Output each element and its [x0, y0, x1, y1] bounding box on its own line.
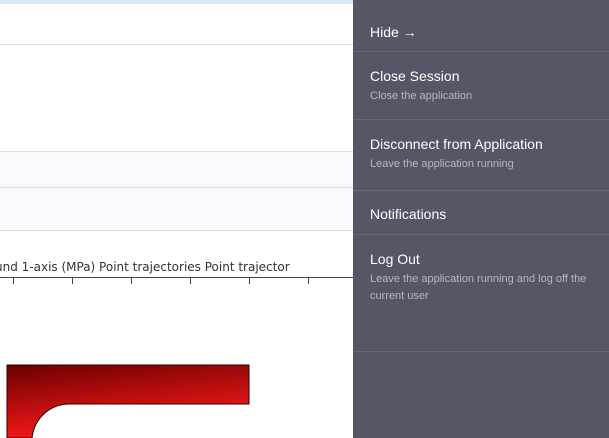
session-menu: Hide → Close Session Close the applicati… [353, 0, 609, 438]
hide-menu-button[interactable]: Hide → [353, 0, 609, 52]
panel-row [0, 188, 353, 231]
menu-item-description: Leave the application running [370, 158, 514, 170]
menu-item-title: Disconnect from Application [370, 136, 543, 152]
plot-header: round 1-axis (MPa) Point trajectories Po… [0, 258, 353, 276]
ruler-tick [131, 277, 132, 284]
ruler-tick [72, 277, 73, 284]
menu-empty-area [353, 353, 609, 438]
menu-item-title: Hide → [370, 24, 417, 40]
ruler-tick [190, 277, 191, 284]
menu-item-title: Log Out [370, 251, 420, 267]
plot-header-text: round 1-axis (MPa) Point trajectories Po… [0, 260, 290, 274]
ruler-tick [249, 277, 250, 284]
menu-item-description: Close the application [370, 90, 473, 102]
panel-row [0, 45, 353, 152]
panel-row [0, 4, 353, 45]
ruler-tick [13, 277, 14, 284]
close-session-menu-item[interactable]: Close Session Close the application [353, 53, 609, 120]
model-geometry-view[interactable] [0, 364, 353, 438]
menu-item-title: Notifications [370, 206, 447, 222]
model-shape [6, 364, 250, 438]
plot-ruler [0, 277, 353, 285]
log-out-menu-item[interactable]: Log Out Leave the application running an… [353, 236, 609, 352]
app-window: round 1-axis (MPa) Point trajectories Po… [0, 0, 609, 438]
notifications-menu-item[interactable]: Notifications [353, 192, 609, 235]
ruler-tick [308, 277, 309, 284]
panel-row [0, 152, 353, 188]
menu-item-title: Close Session [370, 68, 460, 84]
menu-item-description: Leave the application running and log of… [370, 273, 587, 302]
ruler-line [0, 277, 353, 278]
disconnect-menu-item[interactable]: Disconnect from Application Leave the ap… [353, 121, 609, 191]
